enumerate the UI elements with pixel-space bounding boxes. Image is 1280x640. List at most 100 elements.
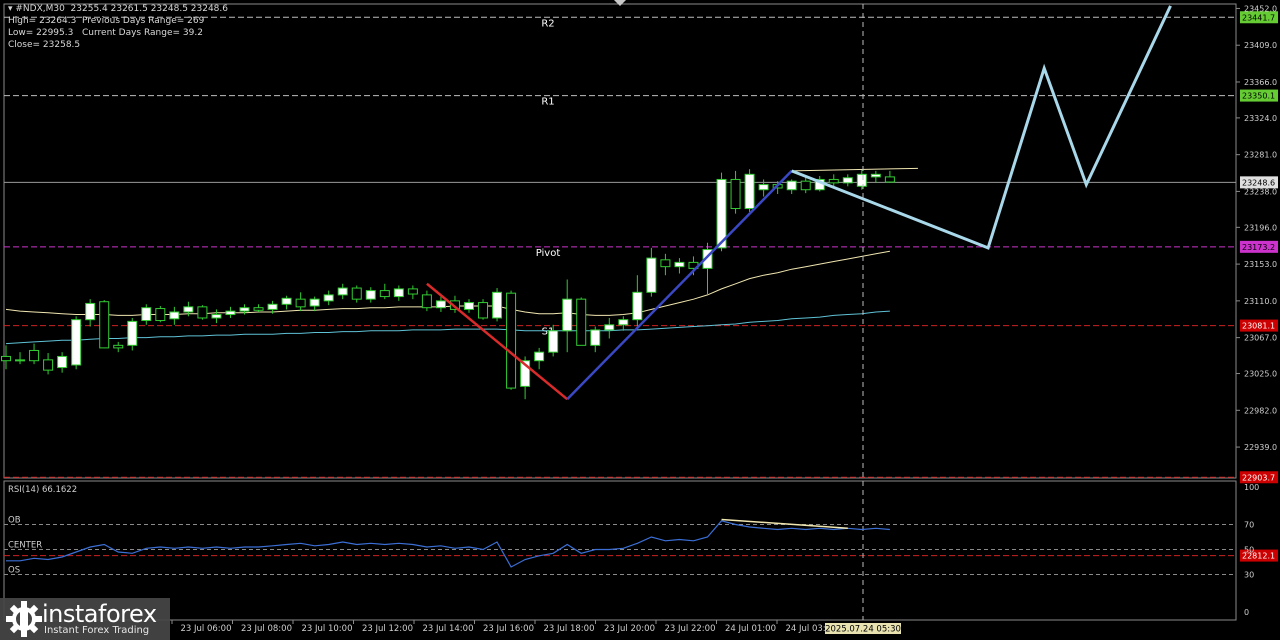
- candle-body: [576, 298, 587, 346]
- pivot-price-tag-text-r1: 23350.1: [1242, 92, 1275, 101]
- candle-body: [590, 329, 601, 346]
- gear-icon: [6, 601, 42, 637]
- candle-body: [1, 355, 11, 362]
- price-tick-label: 23067.0: [1244, 334, 1277, 343]
- candle-body: [463, 302, 474, 310]
- price-tick-label: 22939.0: [1244, 443, 1277, 452]
- candle-body: [267, 303, 278, 310]
- candle-body: [253, 307, 264, 311]
- price-tick-label: 22982.0: [1244, 406, 1277, 415]
- zigzag-leg: [566, 170, 793, 401]
- candle-body: [421, 294, 432, 309]
- candle-body: [365, 290, 376, 300]
- candle-body: [856, 173, 867, 187]
- candle-body: [43, 359, 54, 371]
- rsi-level-label: OB: [8, 516, 21, 526]
- logo-tagline: Instant Forex Trading: [44, 625, 150, 636]
- broker-logo: instaforex Instant Forex Trading: [0, 598, 170, 640]
- pivot-price-tag-text-r2: 23441.7: [1242, 13, 1275, 22]
- chart-shift-marker[interactable]: [614, 0, 626, 6]
- candle-body: [127, 320, 138, 346]
- pivot-label-pivot: Pivot: [536, 248, 561, 259]
- candle-body: [281, 297, 292, 305]
- trading-chart[interactable]: R223441.7R123350.1Pivot23173.2S123081.12…: [0, 0, 1280, 640]
- candle-body: [730, 178, 741, 210]
- price-tick-label: 23238.0: [1244, 187, 1277, 196]
- candle-body: [492, 291, 503, 319]
- pivot-price-tag-text-s2: 22903.7: [1242, 473, 1275, 482]
- rsi-tick-label: 70: [1244, 521, 1254, 530]
- candle-body: [758, 184, 769, 191]
- candle-body: [884, 176, 895, 183]
- price-tick-label: 23281.0: [1244, 151, 1277, 160]
- candle-body: [155, 308, 166, 322]
- candle-body: [660, 259, 671, 268]
- ohlc-high: High= 23264.3: [8, 16, 77, 26]
- logo-name: instaforex: [42, 600, 157, 628]
- time-axis-label: 23 Jul 20:00: [604, 624, 655, 634]
- projection-path: [791, 5, 1172, 250]
- candle-body: [800, 180, 811, 191]
- candle-body: [562, 298, 573, 332]
- pivot-label-r1: R1: [541, 97, 554, 108]
- candle-body: [618, 319, 629, 326]
- time-axis-label: 23 Jul 16:00: [483, 624, 534, 634]
- candle-body: [646, 257, 657, 293]
- rsi-line: [6, 520, 890, 568]
- time-axis-label: 23 Jul 06:00: [181, 624, 232, 634]
- price-tick-label: 23409.0: [1244, 41, 1277, 50]
- time-axis-label: 24 Jul 01:00: [725, 624, 776, 634]
- pivot-price-tag-text-pivot: 23173.2: [1242, 243, 1275, 252]
- candle-body: [211, 314, 222, 319]
- candle-body: [197, 306, 208, 319]
- rsi-level-label: OS: [8, 566, 20, 576]
- ohlc-close: Close= 23258.5: [8, 40, 81, 50]
- pivot-price-tag-text-s1: 23081.1: [1242, 322, 1275, 331]
- rsi-frame: [3, 480, 1237, 621]
- rsi-label: RSI(14) 66.1622: [8, 485, 77, 495]
- time-axis-label: 23 Jul 14:00: [423, 624, 474, 634]
- candle-body: [323, 294, 334, 302]
- candle-body: [828, 178, 839, 184]
- candle-body: [295, 298, 306, 308]
- price-tick-label: 23153.0: [1244, 260, 1277, 269]
- pivot-label-r2: R2: [541, 18, 554, 29]
- candle-body: [29, 349, 40, 362]
- candle-body: [435, 300, 446, 309]
- candle-body: [632, 291, 643, 321]
- ma-fast-line: [5, 250, 890, 316]
- time-axis-label: 23 Jul 18:00: [544, 624, 595, 634]
- time-axis-label: 23 Jul 10:00: [302, 624, 353, 634]
- candle-body: [225, 310, 236, 316]
- candle-body: [141, 307, 152, 322]
- candle-body: [478, 302, 489, 319]
- candle-body: [393, 288, 404, 298]
- price-tick-label: 23110.0: [1244, 297, 1277, 306]
- candle-body: [239, 307, 250, 312]
- rsi-tick-label: 30: [1244, 571, 1254, 580]
- rsi-level-label: CENTER: [8, 541, 42, 551]
- candle-body: [842, 177, 853, 184]
- candle-body: [407, 288, 418, 295]
- rsi-tick-label: 0: [1244, 608, 1249, 617]
- candle-body: [337, 287, 348, 296]
- price-tick-label: 23196.0: [1244, 223, 1277, 232]
- candle-body: [183, 306, 194, 313]
- candle-body: [744, 173, 755, 210]
- candle-body: [15, 359, 26, 362]
- candle-body: [85, 302, 96, 321]
- rsi-tick-label: 100: [1244, 483, 1259, 492]
- symbol-title: ▾ #NDX,M30 23255.4 23261.5 23248.5 23248…: [8, 4, 228, 14]
- candle-body: [169, 311, 180, 320]
- candle-body: [351, 287, 362, 300]
- candle-body: [71, 319, 82, 366]
- price-tick-label: 23452.0: [1244, 4, 1277, 13]
- time-axis-label: 23 Jul 22:00: [665, 624, 716, 634]
- candle-body: [57, 355, 68, 369]
- candle-body: [99, 301, 110, 349]
- cursor-time-tag-text: 2025.07.24 05:30: [825, 625, 901, 635]
- price-tick-label: 23324.0: [1244, 114, 1277, 123]
- candle-body: [506, 292, 517, 389]
- candle-body: [786, 180, 797, 191]
- rsi-trendline: [721, 518, 848, 529]
